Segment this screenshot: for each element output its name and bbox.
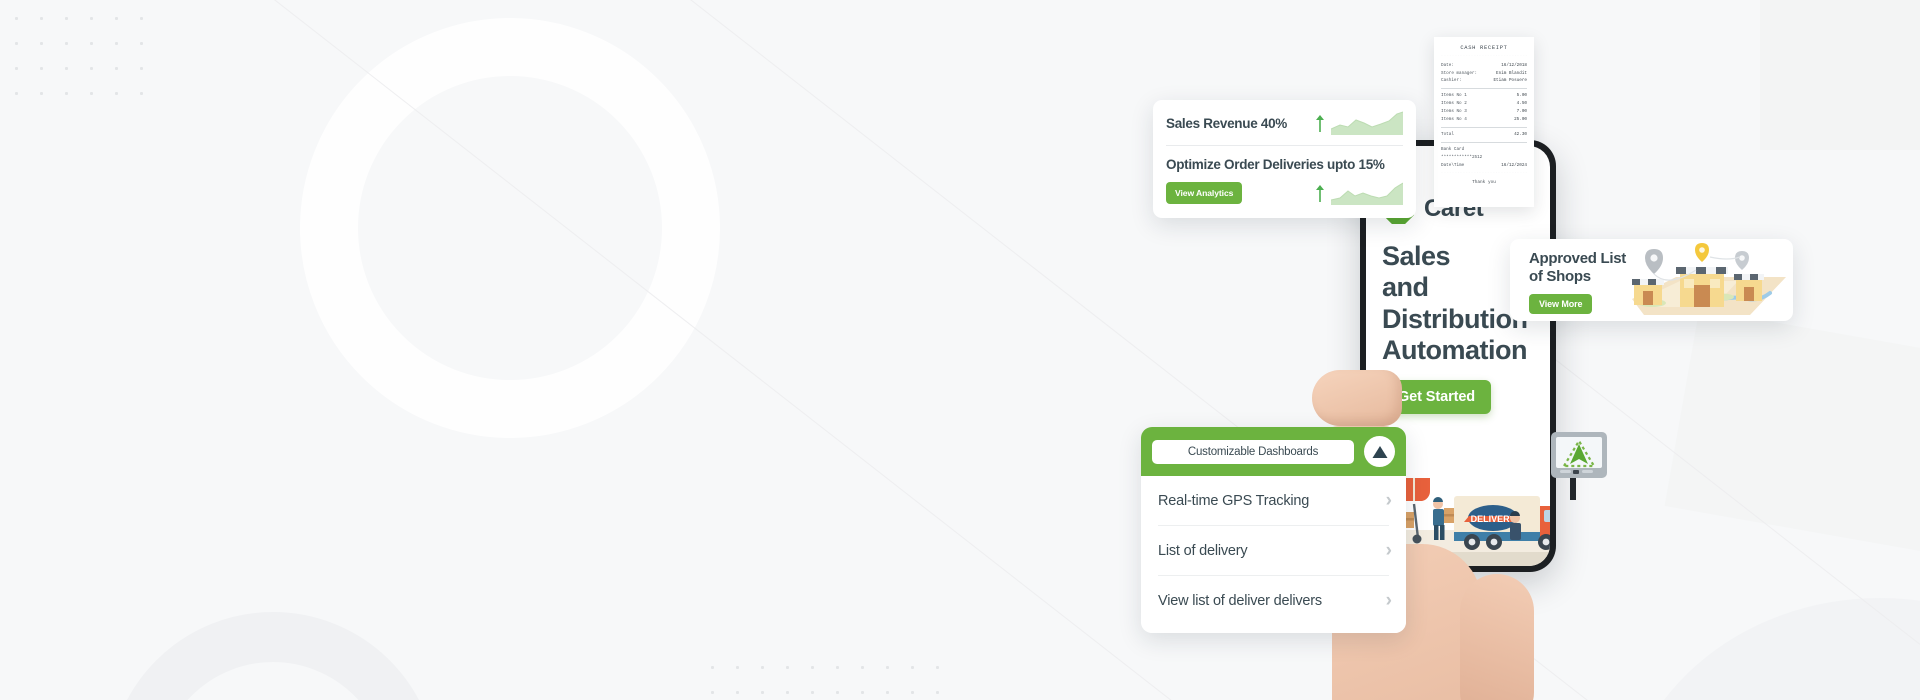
collapse-menu-button[interactable] (1364, 436, 1395, 467)
receipt-payment-row: Bank Card (1441, 146, 1527, 154)
dot-grid-top-left (4, 6, 164, 111)
deliveries-sparkline-chart (1331, 182, 1403, 205)
sales-revenue-sparkline-chart (1331, 111, 1403, 135)
receipt-item-name: Items No 4 (1441, 117, 1467, 123)
view-analytics-button[interactable]: View Analytics (1166, 182, 1243, 204)
sales-revenue-row: Sales Revenue 40% (1166, 111, 1403, 135)
stats-card-divider (1166, 145, 1403, 146)
decorative-ring-top-left (300, 18, 720, 438)
decorative-square-mid-right (1664, 308, 1920, 552)
receipt-datetime-label: Date\Time (1441, 162, 1465, 168)
arrow-up-icon (1316, 114, 1324, 132)
receipt-item-row: Items No 3 7.00 (1441, 108, 1527, 116)
receipt-item-price: 25.00 (1514, 117, 1527, 123)
receipt-meta-row: Date: 16/12/2018 (1441, 62, 1527, 70)
receipt-total-label: Total (1441, 132, 1454, 138)
receipt-payment-method: Bank Card (1441, 147, 1465, 153)
view-more-button[interactable]: View More (1529, 294, 1593, 314)
receipt-card-row: ************2512 (1441, 154, 1527, 162)
receipt-meta-row: Cashier: Etiam Posuere (1441, 77, 1527, 85)
receipt-item-price: 7.00 (1516, 109, 1527, 115)
receipt-divider (1441, 142, 1527, 144)
receipt-item-name: Items No 1 (1441, 93, 1467, 99)
chevron-right-icon: › (1385, 540, 1392, 561)
stats-card: Sales Revenue 40% Optimize Order Deliver… (1153, 100, 1416, 218)
receipt-meta-value: Etiam Posuere (1493, 78, 1527, 84)
triangle-up-icon (1372, 445, 1387, 458)
receipt-meta-row: Store manager: Enim Blandit (1441, 70, 1527, 78)
receipt-meta-value: Enim Blandit (1496, 70, 1527, 76)
hero-heading-line-4: Automation (1382, 334, 1527, 365)
get-started-button[interactable]: Get Started (1382, 380, 1492, 415)
sales-revenue-label: Sales Revenue 40% (1166, 115, 1287, 131)
receipt-meta-key: Date: (1441, 62, 1454, 68)
thumb (1460, 574, 1534, 700)
shop-small-right (1734, 274, 1764, 301)
receipt-total-row: Total 42.30 (1441, 131, 1527, 139)
approved-shops-card: Approved List of Shops View More (1510, 239, 1793, 321)
decorative-square-top-right (1760, 0, 1920, 150)
optimize-deliveries-row: Optimize Order Deliveries upto 15% View … (1166, 157, 1403, 205)
receipt-item-name: Items No 2 (1441, 101, 1467, 107)
receipt-separator-top: *********************************** (1441, 55, 1527, 59)
shop-small-left (1632, 279, 1664, 305)
receipt-title: CASH RECEIPT (1460, 45, 1508, 51)
menu-item-view-list-deliver[interactable]: View list of deliver delivers › (1141, 576, 1406, 625)
receipt-item-price: 5.00 (1516, 93, 1527, 99)
chevron-right-icon: › (1385, 590, 1392, 611)
cash-receipt: CASH RECEIPT ***************************… (1434, 37, 1534, 207)
receipt-meta-key: Store manager: (1441, 70, 1478, 76)
arrow-up-icon (1316, 184, 1324, 202)
receipt-datetime-value: 16/12/2024 (1501, 162, 1527, 168)
receipt-item-name: Items No 3 (1441, 109, 1467, 115)
menu-item-gps-tracking[interactable]: Real-time GPS Tracking › (1141, 476, 1406, 525)
optimize-deliveries-label: Optimize Order Deliveries upto 15% (1166, 157, 1385, 172)
receipt-meta-value: 16/12/2018 (1501, 62, 1527, 68)
decorative-blob-right (1620, 598, 1920, 700)
receipt-card-number: ************2512 (1441, 155, 1483, 161)
receipt-divider (1441, 88, 1527, 90)
dashboard-menu-list: Real-time GPS Tracking › List of deliver… (1141, 476, 1406, 633)
dot-grid-bottom-center (700, 655, 940, 700)
menu-item-label: Real-time GPS Tracking (1158, 492, 1310, 509)
map-with-shops-illustration (1632, 243, 1786, 315)
manager-figure (1510, 511, 1521, 540)
gps-navigation-sign-icon (1551, 432, 1607, 500)
receipt-item-row: Items No 2 4.50 (1441, 100, 1527, 108)
menu-item-list-of-delivery[interactable]: List of delivery › (1141, 526, 1406, 575)
receipt-total-value: 42.30 (1514, 132, 1527, 138)
decorative-ring-bottom-left (108, 612, 438, 700)
truck-delivery-badge: DELIVERY (1471, 514, 1516, 524)
receipt-item-row: Items No 1 5.00 (1441, 92, 1527, 100)
receipt-item-row: Items No 4 25.00 (1441, 116, 1527, 124)
receipt-item-price: 4.50 (1516, 101, 1527, 107)
dashboard-menu-header: Customizable Dashboards (1141, 427, 1406, 476)
receipt-meta-key: Cashier: (1441, 78, 1462, 84)
menu-item-label: List of delivery (1158, 542, 1248, 559)
receipt-separator-bottom: *********************************** (1441, 171, 1527, 176)
menu-item-label: View list of deliver delivers (1158, 592, 1322, 609)
shop-large-center (1676, 267, 1728, 307)
hero-banner: CASH RECEIPT ***************************… (0, 0, 1920, 700)
customizable-dashboards-pill[interactable]: Customizable Dashboards (1152, 439, 1354, 464)
receipt-divider (1441, 127, 1527, 129)
chevron-right-icon: › (1385, 490, 1392, 511)
background-decorations (0, 0, 1920, 700)
receipt-thanks: Thank you (1472, 179, 1496, 185)
dashboard-menu-card: Customizable Dashboards Real-time GPS Tr… (1141, 427, 1406, 633)
receipt-datetime-row: Date\Time 16/12/2024 (1441, 162, 1527, 170)
